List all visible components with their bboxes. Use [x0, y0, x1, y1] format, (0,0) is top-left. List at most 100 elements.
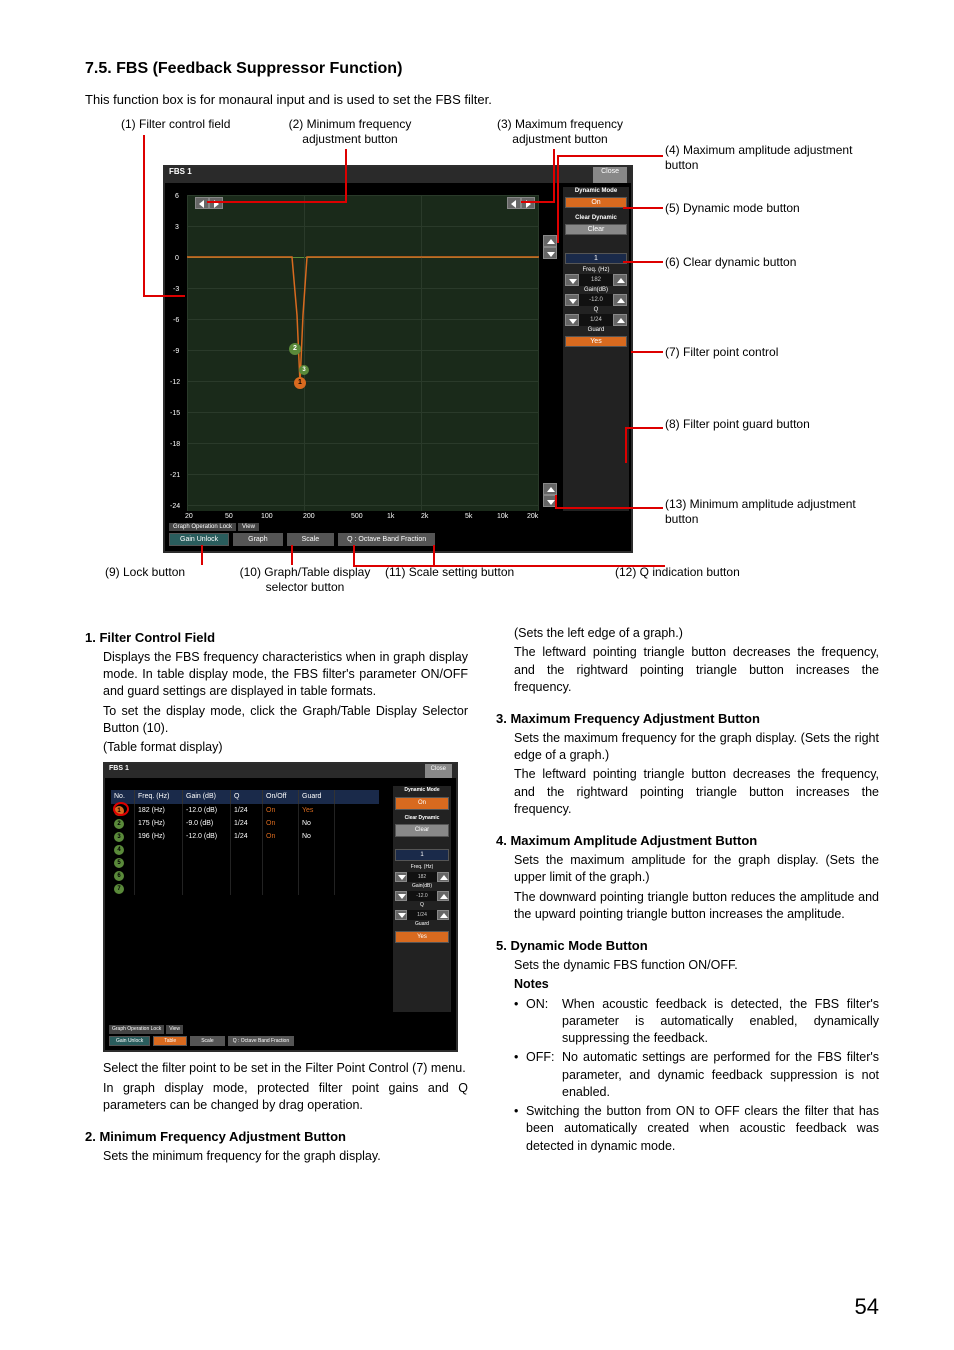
callout-12: (12) Q indication button	[615, 565, 740, 580]
section-heading: 7.5. FBS (Feedback Suppressor Function)	[85, 60, 879, 78]
table-row[interactable]: 3196 (Hz)-12.0 (dB)1/24OnNo	[111, 830, 379, 843]
left-column: 1. Filter Control Field Displays the FBS…	[85, 625, 468, 1167]
table-cell: On	[263, 830, 299, 843]
table-cell	[135, 856, 183, 869]
callout-9: (9) Lock button	[105, 565, 185, 580]
callout-13: (13) Minimum amplitude adjustment button	[665, 497, 875, 527]
section-1-p4: Select the filter point to be set in the…	[103, 1060, 468, 1077]
notes-on-label: ON:	[526, 996, 562, 1048]
freq-value: 182	[579, 274, 613, 286]
max-amp-down-button[interactable]	[543, 247, 557, 259]
table-row[interactable]: 2175 (Hz)-9.0 (dB)1/24OnNo	[111, 817, 379, 830]
callout-10: (10) Graph/Table display selector button	[225, 565, 385, 595]
freq-down-button[interactable]	[565, 274, 579, 286]
tbl-h-q: Q	[231, 790, 263, 804]
section-3-title: 3. Maximum Frequency Adjustment Button	[496, 710, 879, 728]
table-row[interactable]: 7	[111, 882, 379, 895]
table-cell: On	[263, 817, 299, 830]
filter-marker-2[interactable]: 2	[289, 343, 301, 355]
callout-8: (8) Filter point guard button	[665, 417, 875, 432]
filter-marker-3[interactable]: 3	[299, 365, 309, 375]
tbl-q-up[interactable]	[437, 910, 449, 920]
gain-unlock-button[interactable]: Gain Unlock	[169, 533, 229, 546]
tbl-q-down[interactable]	[395, 910, 407, 920]
table-close-button[interactable]: Close	[425, 764, 452, 778]
view-section-label: View	[238, 523, 259, 531]
table-cell: 6	[111, 869, 135, 882]
notes-off-text: No automatic settings are performed for …	[562, 1049, 879, 1101]
section-1-p3: (Table format display)	[103, 739, 468, 756]
table-row[interactable]: 5	[111, 856, 379, 869]
notes-switch-text: Switching the button from ON to OFF clea…	[526, 1103, 879, 1155]
min-freq-left-button[interactable]	[195, 197, 209, 209]
max-amp-up-button[interactable]	[543, 235, 557, 247]
tbl-clear-button[interactable]: Clear	[395, 824, 449, 836]
table-cell	[299, 882, 335, 895]
gain-down-button[interactable]	[565, 294, 579, 306]
freq-up-button[interactable]	[613, 274, 627, 286]
callout-11: (11) Scale setting button	[385, 565, 514, 580]
row-marker: 6	[114, 871, 124, 881]
y-tick: -9	[173, 348, 179, 355]
tbl-freq-down[interactable]	[395, 872, 407, 882]
min-amp-up-button[interactable]	[543, 483, 557, 495]
section-4-title: 4. Maximum Amplitude Adjustment Button	[496, 832, 879, 850]
dynamic-mode-button[interactable]: On	[565, 197, 627, 208]
x-tick: 2k	[421, 513, 428, 520]
tbl-gain-down[interactable]	[395, 891, 407, 901]
table-row[interactable]: 4	[111, 843, 379, 856]
q-up-button[interactable]	[613, 314, 627, 326]
bullet-icon: •	[514, 1049, 526, 1101]
x-tick: 5k	[465, 513, 472, 520]
tbl-gain-up[interactable]	[437, 891, 449, 901]
right-column: (Sets the left edge of a graph.) The lef…	[496, 625, 879, 1167]
table-row[interactable]: 1182 (Hz)-12.0 (dB)1/24OnYes	[111, 804, 379, 817]
callout-7: (7) Filter point control	[665, 345, 875, 360]
table-cell: 1/24	[231, 817, 263, 830]
tbl-table-button[interactable]: Table	[153, 1036, 187, 1047]
section-2-title: 2. Minimum Frequency Adjustment Button	[85, 1128, 468, 1146]
section-1-p5: In graph display mode, protected filter …	[103, 1080, 468, 1115]
section-4-p1: Sets the maximum amplitude for the graph…	[514, 852, 879, 887]
row-marker: 4	[114, 845, 124, 855]
tbl-freq-up[interactable]	[437, 872, 449, 882]
scale-button[interactable]: Scale	[287, 533, 335, 546]
tbl-dynmode-button[interactable]: On	[395, 797, 449, 809]
notes-on-text: When acoustic feedback is detected, the …	[562, 996, 879, 1048]
close-button[interactable]: Close	[593, 167, 627, 183]
max-freq-left-button[interactable]	[507, 197, 521, 209]
clear-dynamic-button[interactable]: Clear	[565, 224, 627, 235]
table-cell	[231, 843, 263, 856]
section-3-p2: The leftward pointing triangle button de…	[514, 766, 879, 818]
tbl-h-freq: Freq. (Hz)	[135, 790, 183, 804]
y-tick: -18	[170, 441, 180, 448]
callout-2: (2) Minimum frequency adjustment button	[275, 117, 425, 147]
freq-label: Freq. (Hz)	[563, 266, 629, 274]
min-freq-right-button[interactable]	[209, 197, 223, 209]
table-cell: 1/24	[231, 830, 263, 843]
tbl-dynmode-label: Dynamic Mode	[393, 786, 451, 795]
y-tick: -21	[170, 472, 180, 479]
tbl-guard-button[interactable]: Yes	[395, 931, 449, 943]
fbs-graph-screenshot: FBS 1 Close	[163, 165, 633, 553]
y-tick: -12	[170, 379, 180, 386]
section-2-p1: Sets the minimum frequency for the graph…	[103, 1148, 468, 1165]
graph-button[interactable]: Graph	[233, 533, 282, 546]
tbl-q-oct-button[interactable]: Q : Octave Band Fraction	[228, 1036, 294, 1047]
tbl-freq-label: Freq. (Hz)	[393, 863, 451, 872]
table-row[interactable]: 6	[111, 869, 379, 882]
guard-button[interactable]: Yes	[565, 336, 627, 347]
lock-section-label: Graph Operation Lock	[169, 523, 236, 531]
x-tick: 200	[303, 513, 315, 520]
tbl-scale-button[interactable]: Scale	[190, 1036, 225, 1047]
max-freq-right-button[interactable]	[521, 197, 535, 209]
filter-marker-1[interactable]: 1	[294, 377, 306, 389]
gain-up-button[interactable]	[613, 294, 627, 306]
tbl-lock-section: Graph Operation Lock	[109, 1025, 164, 1034]
tbl-gain-unlock[interactable]: Gain Unlock	[109, 1036, 150, 1047]
table-cell	[183, 856, 231, 869]
x-tick: 100	[261, 513, 273, 520]
table-cell: No	[299, 817, 335, 830]
guard-label: Guard	[563, 326, 629, 334]
q-down-button[interactable]	[565, 314, 579, 326]
